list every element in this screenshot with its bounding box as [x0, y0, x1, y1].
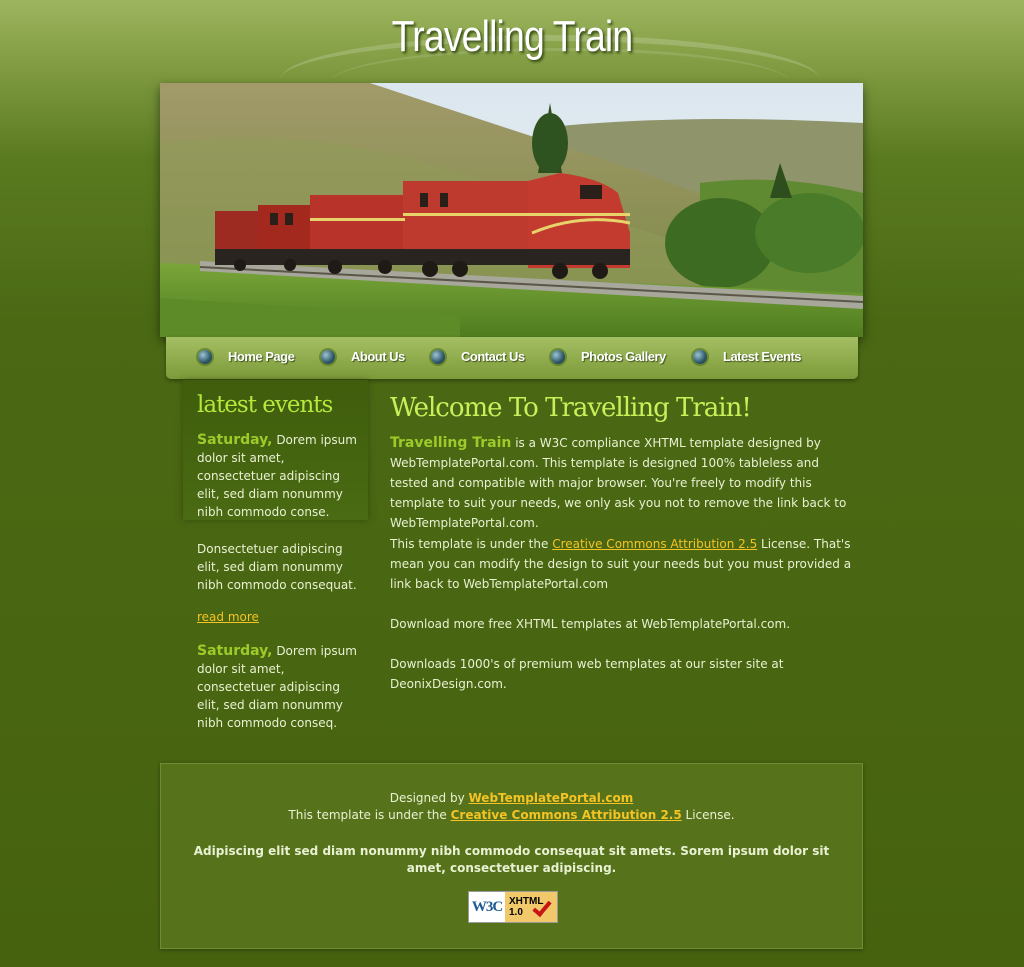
footer-designed-by: Designed by WebTemplatePortal.com [161, 791, 862, 805]
main-paragraph-1: Travelling Train is a W3C compliance XHT… [390, 433, 855, 533]
event-day: Saturday, [197, 432, 273, 448]
footer-license-link[interactable]: Creative Commons Attribution 2.5 [451, 808, 682, 822]
sidebar-event-1: Saturday, Dorem ipsum dolor sit amet, co… [197, 431, 357, 521]
main-title: Welcome To Travelling Train! [390, 393, 752, 423]
nav-label: About Us [351, 349, 405, 364]
nav-label: Home Page [228, 349, 295, 364]
nav-label: Contact Us [461, 349, 525, 364]
main-paragraph-3: Download more free XHTML templates at We… [390, 617, 791, 631]
designer-link[interactable]: WebTemplatePortal.com [469, 791, 634, 805]
w3c-xhtml-badge[interactable]: W3C XHTML 1.0 [468, 891, 558, 923]
xhtml-version: 1.0 [509, 907, 523, 918]
nav-item-latest-events[interactable]: Latest Events [693, 349, 802, 364]
footer-text: License. [681, 808, 735, 822]
nav-item-contact-us[interactable]: Contact Us [431, 349, 525, 364]
nav-item-about-us[interactable]: About Us [321, 349, 405, 364]
main-paragraph-4: Downloads 1000's of premium web template… [390, 657, 784, 691]
sidebar-paragraph: Donsectetuer adipiscing elit, sed diam n… [197, 542, 357, 592]
sidebar-title: latest events [197, 392, 333, 418]
footer-text: Designed by [389, 791, 469, 805]
main-paragraph-2: This template is under the Creative Comm… [390, 534, 855, 594]
footer-text: This template is under the [288, 808, 451, 822]
nav-bullet-icon [551, 349, 565, 364]
sidebar-event-2: Saturday, Dorem ipsum dolor sit amet, co… [197, 642, 357, 732]
nav-item-photos-gallery[interactable]: Photos Gallery [551, 349, 666, 364]
nav-label: Photos Gallery [581, 349, 666, 364]
nav-bullet-icon [321, 349, 335, 364]
event-day: Saturday, [197, 643, 273, 659]
main-navigation: Home Page About Us Contact Us Photos Gal… [166, 337, 858, 379]
nav-bullet-icon [693, 349, 707, 364]
nav-bullet-icon [198, 349, 212, 364]
banner-image [160, 83, 863, 337]
creative-commons-link[interactable]: Creative Commons Attribution 2.5 [552, 537, 757, 551]
nav-item-home-page[interactable]: Home Page [198, 349, 295, 364]
site-title: Travelling Train [391, 12, 634, 61]
w3c-logo-text: W3C [469, 892, 505, 922]
sidebar-read-more-row: read more [197, 608, 357, 626]
nav-bullet-icon [431, 349, 445, 364]
footer-license: This template is under the Creative Comm… [161, 808, 862, 822]
footer: Designed by WebTemplatePortal.com This t… [160, 763, 863, 949]
footer-tagline: Adipiscing elit sed diam nonummy nibh co… [193, 844, 830, 875]
read-more-link[interactable]: read more [197, 610, 259, 624]
xhtml-label: XHTML 1.0 [505, 892, 557, 922]
brand-name: Travelling Train [390, 435, 512, 451]
paragraph-text: This template is under the [390, 537, 553, 551]
nav-label: Latest Events [723, 349, 802, 364]
